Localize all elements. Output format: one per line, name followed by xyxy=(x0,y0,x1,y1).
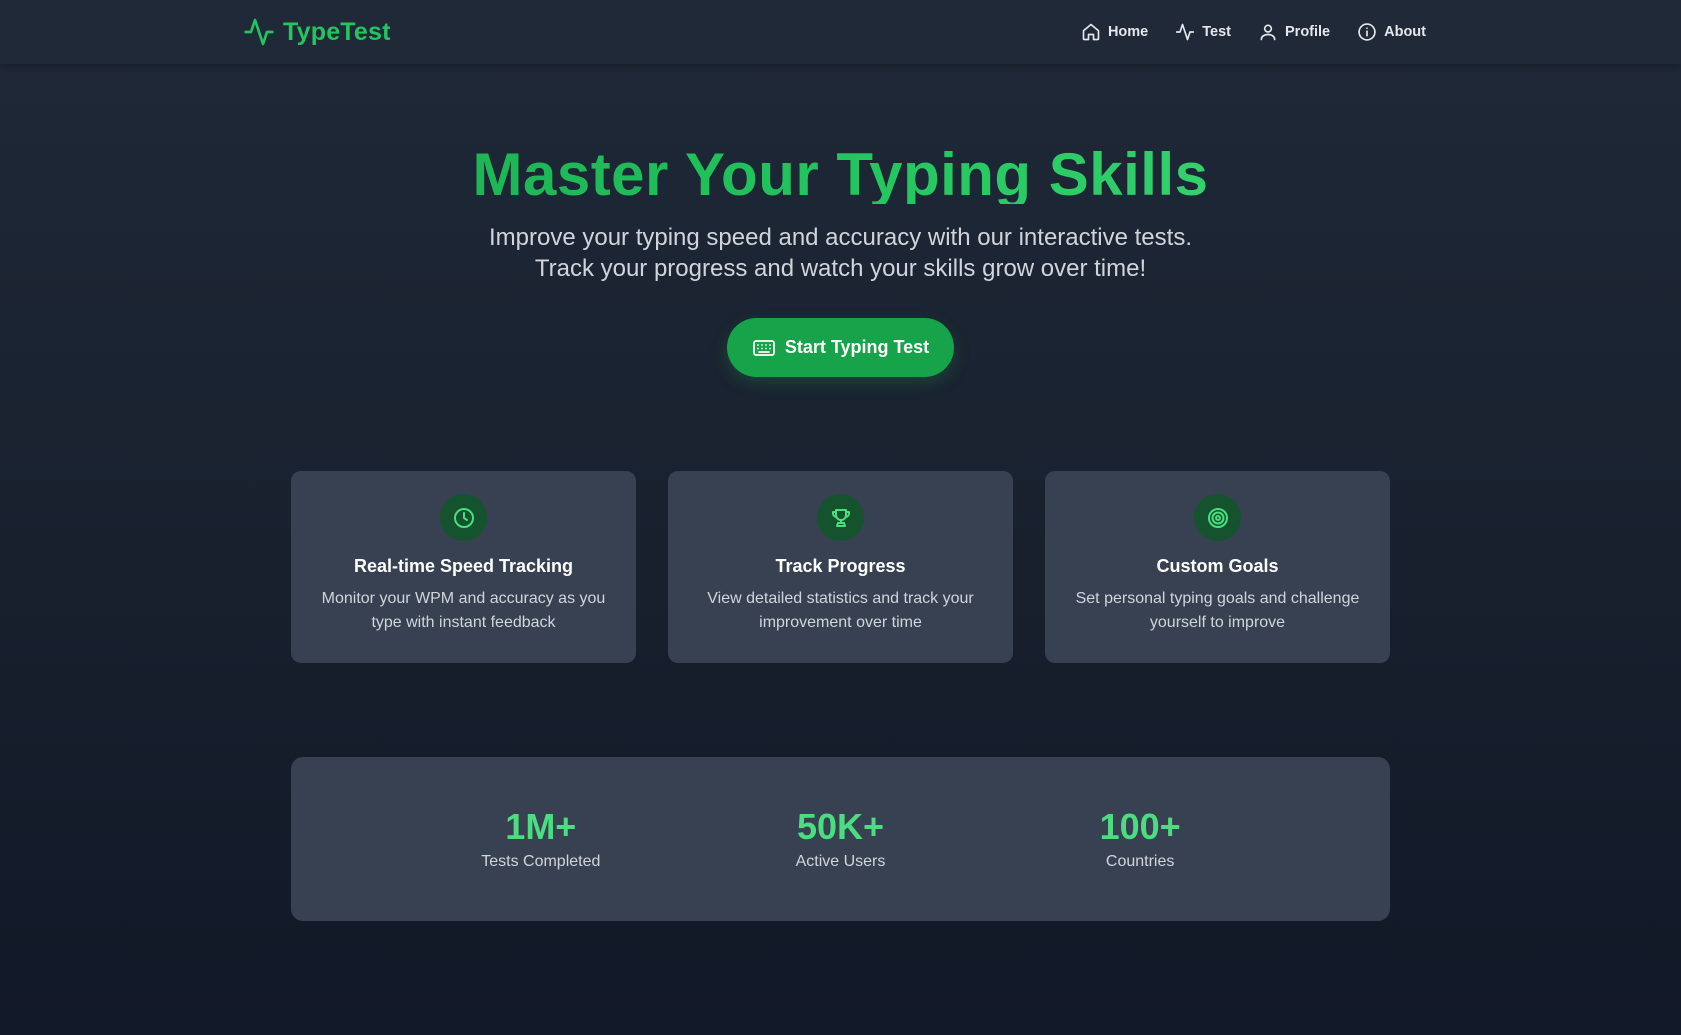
page: TypeTest Home Test Profile About Master … xyxy=(0,0,1681,1035)
stat-label: Countries xyxy=(1105,853,1175,870)
feature-title: Custom Goals xyxy=(1156,556,1279,576)
feature-icon-badge xyxy=(1194,494,1241,541)
stat-tests-completed: 1M+ Tests Completed xyxy=(441,805,641,871)
stat-countries: 100+ Countries xyxy=(1040,805,1240,871)
info-icon xyxy=(1357,22,1377,42)
stat-value: 100+ xyxy=(1099,806,1181,847)
target-icon xyxy=(1206,506,1230,530)
stats-panel: 1M+ Tests Completed 50K+ Active Users 10… xyxy=(291,757,1390,921)
stat-value: 50K+ xyxy=(796,806,885,847)
feature-card-speed-tracking: Real-time Speed Tracking Monitor your WP… xyxy=(291,471,636,663)
keyboard-icon xyxy=(752,336,776,360)
stat-active-users: 50K+ Active Users xyxy=(740,805,940,871)
feature-icon-badge xyxy=(440,494,487,541)
nav-item-about[interactable]: About xyxy=(1357,22,1426,42)
brand-logo[interactable]: TypeTest xyxy=(243,14,391,50)
home-icon xyxy=(1081,22,1101,42)
user-icon xyxy=(1258,22,1278,42)
feature-title: Track Progress xyxy=(775,556,906,576)
hero-subtitle: Improve your typing speed and accuracy w… xyxy=(488,224,1192,282)
nav-links: Home Test Profile About xyxy=(1081,18,1426,46)
nav-item-label: Test xyxy=(1202,24,1231,40)
activity-icon xyxy=(1175,22,1195,42)
feature-description: Monitor your WPM and accuracy as you typ… xyxy=(321,590,606,631)
nav-item-label: Home xyxy=(1107,24,1149,40)
feature-card-track-progress: Track Progress View detailed statistics … xyxy=(668,471,1013,663)
feature-description: Set personal typing goals and challenge … xyxy=(1075,590,1360,631)
start-typing-test-button[interactable]: Start Typing Test xyxy=(727,318,954,377)
stat-label: Active Users xyxy=(795,853,886,870)
hero-title: Master Your Typing Skills xyxy=(0,140,1681,204)
feature-description: View detailed statistics and track your … xyxy=(707,590,974,631)
navbar: TypeTest Home Test Profile About xyxy=(0,0,1681,64)
nav-item-label: About xyxy=(1384,24,1426,40)
feature-title: Real-time Speed Tracking xyxy=(353,556,574,576)
stat-label: Tests Completed xyxy=(481,853,601,870)
feature-icon-badge xyxy=(817,494,864,541)
features-section: Real-time Speed Tracking Monitor your WP… xyxy=(291,471,1390,663)
activity-icon xyxy=(243,16,275,48)
feature-card-custom-goals: Custom Goals Set personal typing goals a… xyxy=(1045,471,1390,663)
trophy-icon xyxy=(829,506,853,530)
nav-item-home[interactable]: Home xyxy=(1081,22,1148,42)
brand-name: TypeTest xyxy=(283,17,391,46)
stat-value: 1M+ xyxy=(505,806,577,847)
nav-item-label: Profile xyxy=(1285,24,1331,40)
nav-item-profile[interactable]: Profile xyxy=(1258,22,1330,42)
clock-icon xyxy=(452,506,476,530)
start-typing-test-label: Start Typing Test xyxy=(784,337,930,357)
nav-item-test[interactable]: Test xyxy=(1175,22,1231,42)
